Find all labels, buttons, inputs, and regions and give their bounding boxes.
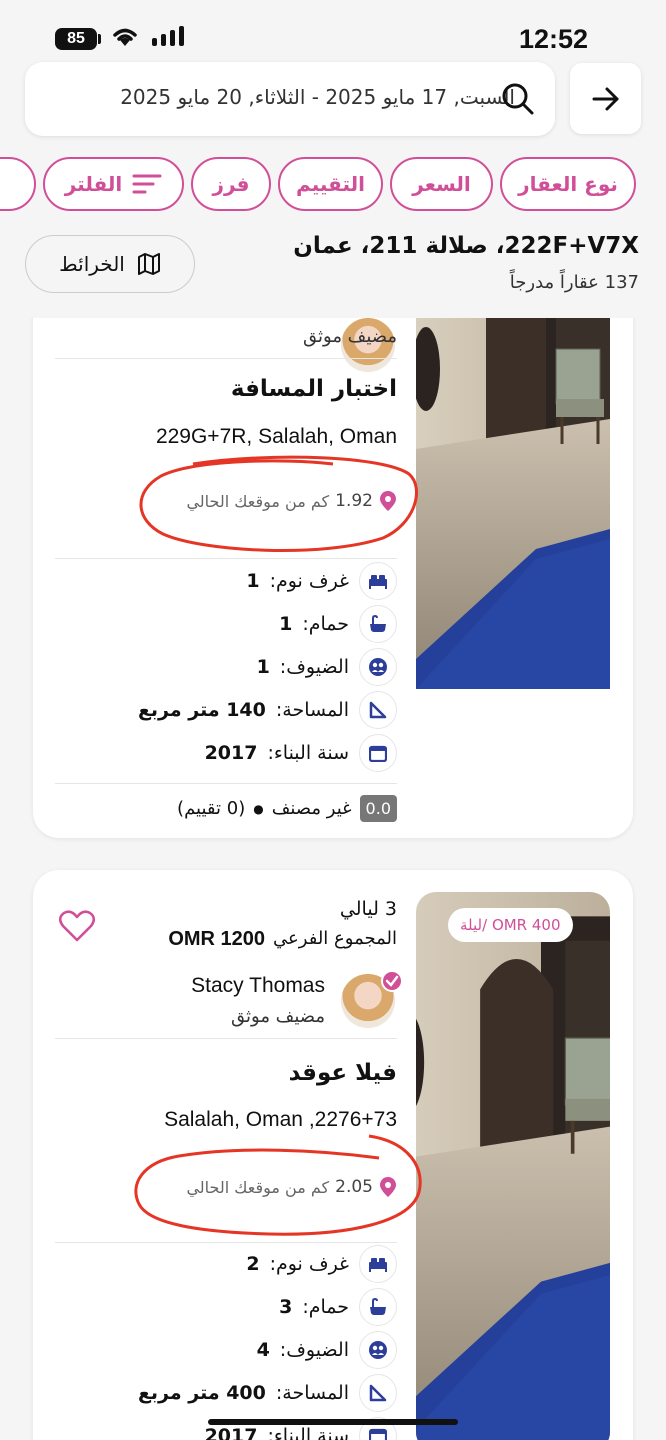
divider: [55, 558, 397, 559]
wifi-icon: [113, 28, 137, 46]
divider: [55, 783, 397, 784]
annotation-circle: [134, 1134, 422, 1236]
divider: [55, 1038, 397, 1039]
feature-label: غرف نوم:: [269, 570, 349, 592]
listing-photo[interactable]: OMR 400 /ليلة: [416, 892, 610, 1440]
feature-value: 2017: [204, 742, 258, 764]
map-button-label: الخرائط: [59, 252, 125, 276]
feature-label: حمام:: [302, 613, 349, 635]
heart-icon[interactable]: [59, 910, 95, 942]
feature-bedrooms: غرف نوم: 1: [246, 561, 397, 601]
feature-label: المساحة:: [275, 699, 349, 721]
chip-price[interactable]: السعر: [390, 157, 493, 211]
search-icon: [502, 83, 534, 115]
listing-card[interactable]: OMR 400 /ليلة 3 ليالي المجموع الفرعي OMR…: [33, 870, 633, 1440]
chip-label: السعر: [412, 172, 471, 196]
chip-label: الفلتر: [64, 172, 123, 196]
feature-label: المساحة:: [275, 1382, 349, 1404]
chip-rating[interactable]: التقييم: [278, 157, 383, 211]
divider: [55, 358, 397, 359]
signal-icon: [152, 26, 184, 46]
annotation-circle: [139, 455, 418, 552]
listing-count: 137 عقاراً مدرجاً: [509, 272, 639, 293]
search-dates: السبت, 17 مايو 2025 - الثلاثاء, 20 مايو …: [120, 85, 515, 109]
feature-value: 1: [246, 570, 260, 592]
feature-year-built: سنة البناء: 2017: [205, 733, 397, 773]
location-title: 222F+V7X، صلالة 211، عمان: [293, 233, 639, 259]
chip-more[interactable]: م: [0, 157, 36, 211]
feature-label: الضيوف:: [279, 1339, 349, 1361]
bed-icon: [359, 562, 397, 600]
bullet-icon: ●: [253, 801, 264, 816]
feature-label: حمام:: [302, 1296, 349, 1318]
listing-list[interactable]: مضيف موثق اختبار المسافة 229G+7R, Salala…: [0, 318, 666, 1440]
battery-tip: [98, 34, 101, 44]
chip-label: نوع العقار: [518, 172, 618, 196]
listing-title: فيلا عوقد: [288, 1060, 397, 1086]
chip-sort[interactable]: فرز: [191, 157, 271, 211]
rating-class: غير مصنف: [271, 798, 352, 819]
feature-bathrooms: حمام: 1: [279, 604, 397, 644]
price-per-night-badge: OMR 400 /ليلة: [448, 908, 573, 942]
feature-value: 1: [256, 656, 270, 678]
feature-value: 2: [246, 1253, 260, 1275]
feature-value: 3: [279, 1296, 293, 1318]
feature-guests: الضيوف: 4: [257, 1330, 397, 1370]
feature-value: 140 متر مربع: [137, 699, 266, 721]
subtotal-label: المجموع الفرعي: [273, 928, 397, 949]
area-icon: [359, 691, 397, 729]
feature-value: 2017: [204, 1425, 258, 1440]
listing-card[interactable]: مضيف موثق اختبار المسافة 229G+7R, Salala…: [33, 318, 633, 838]
search-bar[interactable]: السبت, 17 مايو 2025 - الثلاثاء, 20 مايو …: [25, 62, 555, 136]
listing-address: 229G+7R, Salalah, Oman: [155, 425, 397, 448]
listing-title: اختبار المسافة: [230, 376, 397, 402]
home-indicator[interactable]: [208, 1419, 458, 1425]
chip-property-type[interactable]: نوع العقار: [500, 157, 636, 211]
subtotal-row: المجموع الفرعي OMR 1200: [168, 928, 397, 951]
guests-icon: [359, 648, 397, 686]
chip-label: التقييم: [296, 172, 365, 196]
calendar-icon: [359, 734, 397, 772]
divider: [55, 1242, 397, 1243]
nights-count: 3 ليالي: [339, 898, 397, 920]
bath-icon: [359, 1288, 397, 1326]
feature-label: سنة البناء:: [267, 1425, 349, 1440]
feature-guests: الضيوف: 1: [257, 647, 397, 687]
area-icon: [359, 1374, 397, 1412]
host-verified-label: مضيف موثق: [231, 1006, 325, 1027]
feature-area: المساحة: 140 متر مربع: [138, 690, 397, 730]
status-time: 12:52: [518, 24, 588, 54]
chip-filter[interactable]: الفلتر: [43, 157, 184, 211]
verified-badge-icon: [381, 970, 403, 992]
map-button[interactable]: الخرائط: [25, 235, 195, 293]
back-button[interactable]: [570, 63, 641, 134]
feature-bathrooms: حمام: 3: [279, 1287, 397, 1327]
host-name: Stacy Thomas: [191, 974, 325, 997]
feature-label: الضيوف:: [279, 656, 349, 678]
filter-icon: [132, 174, 162, 194]
rating-score: 0.0: [359, 795, 397, 822]
feature-value: 400 متر مربع: [137, 1382, 266, 1404]
battery-indicator: 85: [55, 28, 97, 50]
feature-area: المساحة: 400 متر مربع: [138, 1373, 397, 1413]
rating-count: (0 تقييم): [177, 798, 246, 819]
feature-label: غرف نوم:: [269, 1253, 349, 1275]
feature-label: سنة البناء:: [267, 742, 349, 764]
rating-row: 0.0 غير مصنف ● (0 تقييم): [177, 795, 397, 822]
chip-label: فرز: [212, 172, 250, 196]
guests-icon: [359, 1331, 397, 1369]
listing-photo[interactable]: [416, 318, 610, 776]
host-verified-label: مضيف موثق: [303, 326, 397, 347]
map-icon: [137, 253, 160, 275]
subtotal-value: OMR 1200: [168, 928, 266, 950]
bed-icon: [359, 1245, 397, 1283]
feature-bedrooms: غرف نوم: 2: [246, 1244, 397, 1284]
feature-value: 1: [279, 613, 293, 635]
bath-icon: [359, 605, 397, 643]
arrow-right-icon: [592, 87, 619, 111]
feature-value: 4: [256, 1339, 270, 1361]
